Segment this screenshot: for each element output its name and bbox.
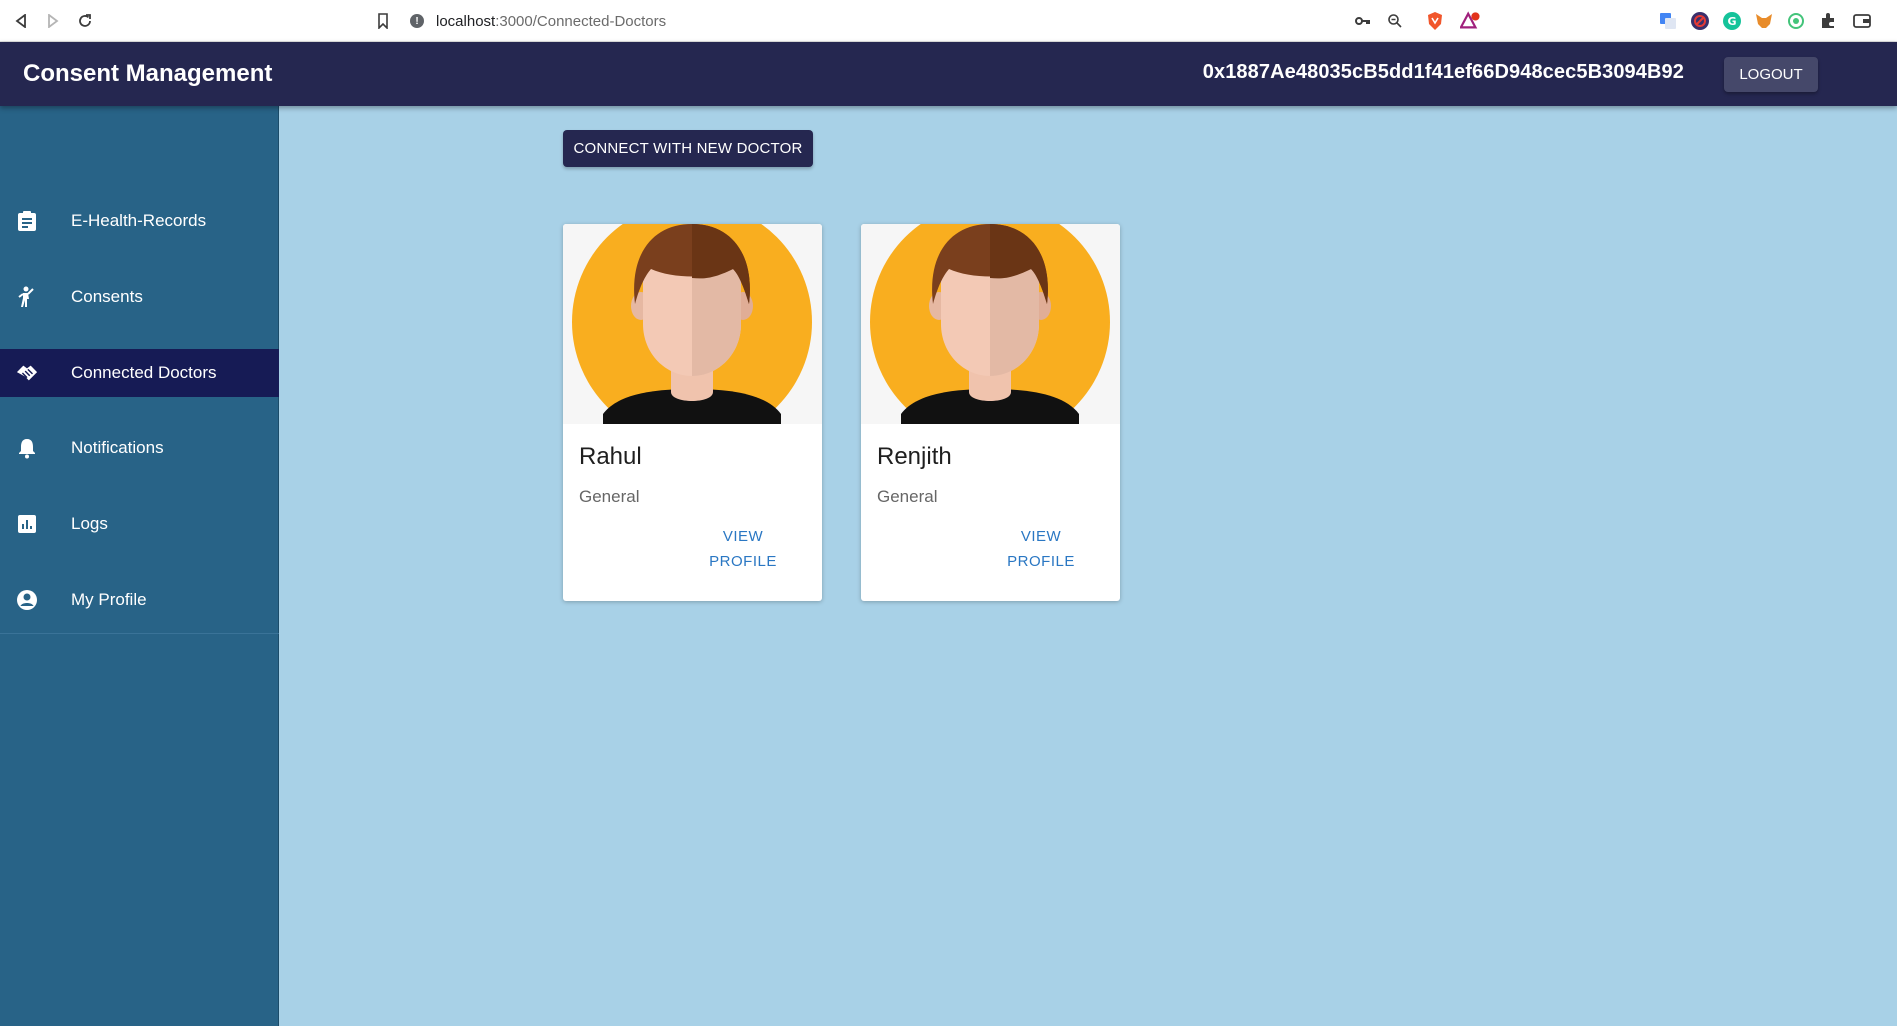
back-icon[interactable] xyxy=(10,10,32,32)
view-profile-button[interactable]: VIEW PROFILE xyxy=(693,524,793,574)
sidebar-item-notifications[interactable]: Notifications xyxy=(0,424,279,472)
connect-new-doctor-button[interactable]: CONNECT WITH NEW DOCTOR xyxy=(563,130,813,167)
wallet-address: 0x1887Ae48035cB5dd1f41ef66D948cec5B3094B… xyxy=(1202,61,1684,83)
bell-icon xyxy=(16,437,38,459)
account-circle-icon xyxy=(16,589,38,611)
doctor-name: Renjith xyxy=(877,443,952,470)
sidebar-divider xyxy=(0,633,279,634)
doctor-avatar xyxy=(563,224,822,424)
address-bar[interactable]: ! localhost:3000/Connected-Doctors xyxy=(410,5,1410,37)
forward-icon[interactable] xyxy=(42,10,64,32)
url-text: localhost:3000/Connected-Doctors xyxy=(436,12,667,30)
sidebar-item-label: My Profile xyxy=(71,590,147,609)
sidebar-item-label: Notifications xyxy=(71,438,164,457)
sidebar-item-logs[interactable]: Logs xyxy=(0,500,279,548)
sidebar-item-e-health-records[interactable]: E-Health-Records xyxy=(0,197,279,245)
extensions-puzzle-icon[interactable] xyxy=(1818,11,1838,31)
person-waving-icon xyxy=(16,286,38,308)
chart-icon xyxy=(16,513,38,535)
doctor-specialty: General xyxy=(579,487,640,506)
view-profile-label-line2: PROFILE xyxy=(1007,553,1075,570)
sidebar-item-my-profile[interactable]: My Profile xyxy=(0,576,279,624)
translate-icon[interactable] xyxy=(1658,11,1678,31)
clipboard-icon xyxy=(16,210,38,232)
logout-button[interactable]: LOGOUT xyxy=(1724,57,1818,92)
metamask-icon[interactable] xyxy=(1754,11,1774,31)
wallet-icon[interactable] xyxy=(1852,11,1872,31)
sidebar-item-label: Logs xyxy=(71,514,108,533)
sidebar-item-consents[interactable]: Consents xyxy=(0,273,279,321)
doctor-specialty: General xyxy=(877,487,938,506)
sidebar: E-Health-Records Consents Connected Doct… xyxy=(0,106,279,1026)
zoom-icon[interactable] xyxy=(1385,11,1405,31)
view-profile-label-line1: VIEW xyxy=(722,528,764,545)
brave-rewards-icon[interactable] xyxy=(1460,11,1480,31)
sidebar-item-label: Connected Doctors xyxy=(71,363,217,382)
doctor-card: Rahul General VIEW PROFILE xyxy=(563,224,822,601)
doctor-name: Rahul xyxy=(579,443,642,470)
blocker-icon[interactable] xyxy=(1690,11,1710,31)
app-header: Consent Management 0x1887Ae48035cB5dd1f4… xyxy=(0,42,1897,106)
sidebar-item-label: Consents xyxy=(71,287,143,306)
brave-shield-icon[interactable] xyxy=(1425,11,1445,31)
svg-text:G: G xyxy=(1727,15,1736,28)
site-info-icon[interactable]: ! xyxy=(410,14,424,28)
sidebar-item-connected-doctors[interactable]: Connected Doctors xyxy=(0,349,279,397)
bookmark-icon[interactable] xyxy=(372,10,394,32)
app-title: Consent Management xyxy=(23,60,273,87)
grammarly-icon[interactable]: G xyxy=(1722,11,1742,31)
doctor-avatar xyxy=(861,224,1120,424)
extension-leaf-icon[interactable] xyxy=(1786,11,1806,31)
sidebar-item-label: E-Health-Records xyxy=(71,211,207,230)
view-profile-label-line2: PROFILE xyxy=(709,553,777,570)
view-profile-label-line1: VIEW xyxy=(1020,528,1062,545)
handshake-icon xyxy=(16,362,38,384)
reload-icon[interactable] xyxy=(74,10,96,32)
view-profile-button[interactable]: VIEW PROFILE xyxy=(991,524,1091,574)
key-icon[interactable] xyxy=(1353,11,1373,31)
browser-toolbar: ! localhost:3000/Connected-Doctors G xyxy=(0,0,1897,42)
doctor-card: Renjith General VIEW PROFILE xyxy=(861,224,1120,601)
